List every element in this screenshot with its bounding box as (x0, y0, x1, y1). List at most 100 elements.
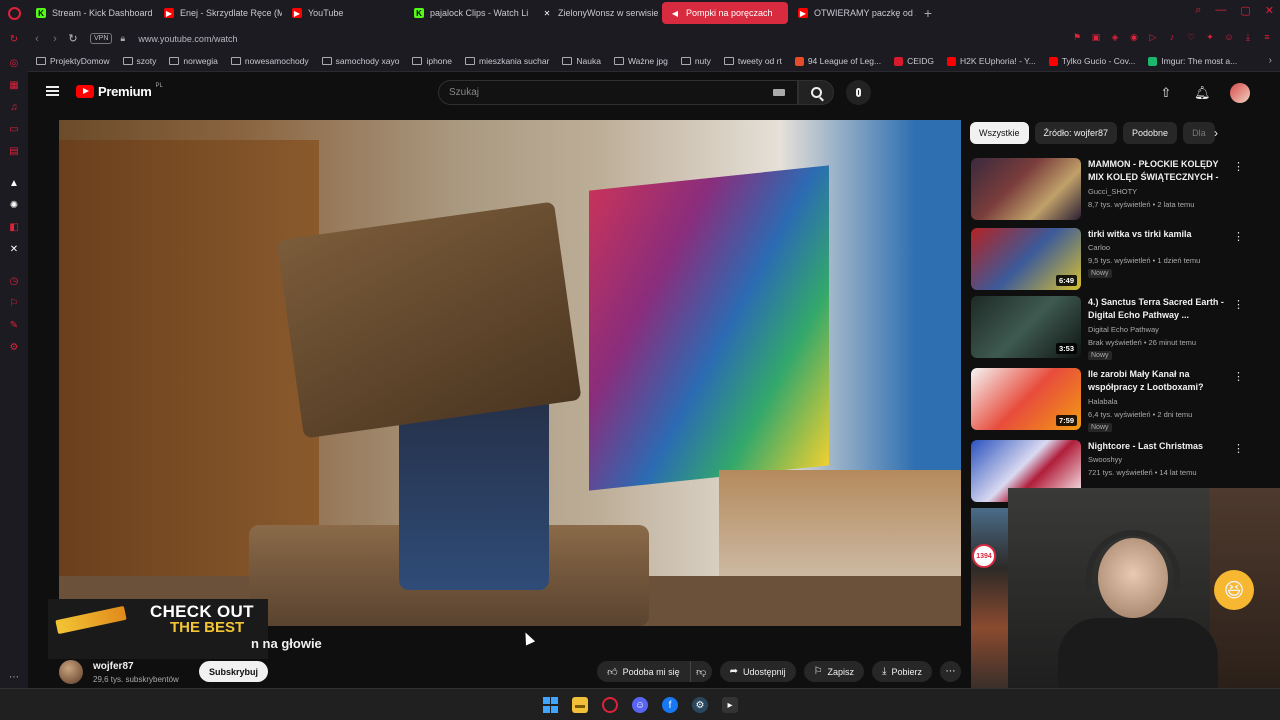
close-icon[interactable]: ✕ (1265, 4, 1274, 17)
maximize-icon[interactable]: ▢ (1240, 4, 1250, 17)
url-field[interactable]: www.youtube.com/watch (138, 34, 237, 44)
list-item[interactable]: 3:53 4.) Sanctus Terra Sacred Earth - Di… (971, 296, 1251, 360)
bookmark-folder[interactable]: nuty (680, 56, 711, 66)
rec-channel[interactable]: Gucci_SHOTY (1088, 187, 1137, 196)
bookmark-folder[interactable]: nowesamochody (230, 56, 309, 66)
download-icon[interactable]: ⤓ (1243, 32, 1253, 42)
chip-for-you[interactable]: Dla (1183, 122, 1215, 144)
browser-tab[interactable]: ▶ OTWIERAMY paczkę od 2 (790, 2, 916, 24)
shield-icon[interactable]: ◈ (1110, 32, 1120, 42)
aria-icon[interactable]: ▲ (8, 178, 20, 190)
account-avatar[interactable] (1230, 83, 1250, 103)
more-vertical-icon[interactable]: ⋮ (1233, 298, 1244, 311)
steam-icon[interactable]: ⚙ (692, 697, 708, 713)
bookmark-folder[interactable]: mieszkania suchar (465, 56, 549, 66)
bookmark-folder[interactable]: tweety od rt (723, 56, 782, 66)
youtube-logo[interactable]: Premium PL (76, 83, 163, 99)
voice-search-button[interactable] (846, 80, 871, 105)
search-input[interactable] (439, 81, 739, 104)
more-vertical-icon[interactable]: ⋮ (1233, 442, 1244, 455)
speaker-icon[interactable]: ◀ (670, 8, 680, 18)
wallet-icon[interactable]: ▭ (8, 124, 20, 136)
player-icon[interactable]: ♫ (8, 102, 20, 114)
download-button[interactable]: ⤓ Pobierz (872, 661, 932, 682)
channel-name[interactable]: wojfer87 (93, 661, 134, 672)
rec-title[interactable]: Ile zarobi Mały Kanał na współpracy z Lo… (1088, 368, 1228, 394)
back-icon[interactable]: ‹ (28, 30, 46, 48)
video-thumbnail[interactable]: 3:53 (971, 296, 1081, 358)
bookmark-link[interactable]: Tylko Gucio - Cov... (1048, 56, 1135, 66)
notifications-icon[interactable]: 🔔︎ (1194, 85, 1211, 101)
bookmark-folder[interactable]: iphone (412, 56, 452, 66)
bookmark-sidebar-icon[interactable]: ⚐ (8, 298, 20, 310)
bookmark-link[interactable]: H2K EUphoria! - Y... (947, 56, 1036, 66)
video-player[interactable] (59, 120, 961, 626)
like-button[interactable]: 👍︎ Podoba mi się (597, 661, 691, 682)
browser-tab-active[interactable]: ◀ Pompki na poręczach (662, 2, 788, 24)
more-sidebar-icon[interactable]: ⋯ (8, 672, 20, 684)
heart-icon[interactable]: ♡ (1186, 32, 1196, 42)
reload-icon[interactable]: ↻ (64, 30, 82, 48)
channel-avatar[interactable] (59, 660, 83, 684)
windows-start-icon[interactable] (542, 697, 558, 713)
bookmark-link[interactable]: 94 League of Leg... (794, 56, 881, 66)
browser-tab[interactable]: Kpajalock Clips - Watch Li (406, 2, 532, 24)
share-button[interactable]: ➦ Udostępnij (719, 661, 796, 682)
bookmarks-more-icon[interactable]: › (1269, 55, 1272, 66)
lock-icon[interactable]: 🔒︎ (120, 33, 132, 44)
snapshot-icon[interactable]: ▣ (1091, 32, 1101, 42)
rec-channel[interactable]: Carloo (1088, 243, 1110, 252)
rec-title[interactable]: Nightcore - Last Christmas (1088, 440, 1228, 453)
rec-title[interactable]: 4.) Sanctus Terra Sacred Earth - Digital… (1088, 296, 1228, 322)
settings-icon[interactable]: ⚙ (8, 342, 20, 354)
chip-all[interactable]: Wszystkie (970, 122, 1029, 144)
file-explorer-icon[interactable]: ▬ (572, 697, 588, 713)
bookmark-icon[interactable]: ⚑ (1072, 32, 1082, 42)
rec-channel[interactable]: Swooshyy (1088, 455, 1122, 464)
camera-icon[interactable]: ◉ (1129, 32, 1139, 42)
opera-taskbar-icon[interactable] (602, 697, 618, 713)
list-item[interactable]: MAMMON - PŁOCKIE KOLĘDY MIX KOLĘD ŚWIĄTE… (971, 158, 1251, 222)
twitch-icon[interactable]: ◧ (8, 222, 20, 234)
list-item[interactable]: 6:49 tirki witka vs tirki kamila Carloo … (971, 228, 1251, 292)
more-vertical-icon[interactable]: ⋮ (1233, 230, 1244, 243)
easy-setup-icon[interactable]: ≡ (1262, 32, 1272, 42)
chevron-right-icon[interactable]: › (1214, 126, 1218, 140)
video-thumbnail[interactable] (971, 158, 1081, 220)
subscribe-button[interactable]: Subskrybuj (199, 661, 269, 682)
discord-icon[interactable]: ☺ (632, 697, 648, 713)
menu-icon[interactable] (46, 86, 59, 96)
opera-menu-icon[interactable] (0, 0, 28, 26)
bookmark-link[interactable]: CEIDG (894, 56, 934, 66)
search-tabs-icon[interactable]: ⌕ (1195, 4, 1201, 17)
list-item[interactable]: 7:59 Ile zarobi Mały Kanał na współpracy… (971, 368, 1251, 432)
rec-channel[interactable]: Halabala (1088, 397, 1118, 406)
bookmark-folder[interactable]: szoty (122, 56, 156, 66)
history-icon[interactable]: ▤ (8, 146, 20, 158)
forward-icon[interactable]: › (46, 30, 64, 48)
extensions-icon[interactable]: ✦ (1205, 32, 1215, 42)
bookmark-link[interactable]: Imgur: The most a... (1148, 56, 1237, 66)
dislike-button[interactable]: 👎︎ (690, 661, 712, 682)
profile-icon[interactable]: ☺ (1224, 32, 1234, 42)
vpn-badge[interactable]: VPN (90, 33, 113, 44)
browser-tab[interactable]: K Stream - Kick Dashboard (28, 2, 154, 24)
more-actions-button[interactable]: ⋯ (940, 661, 961, 682)
bookmark-folder[interactable]: Ważne jpg (613, 56, 668, 66)
upload-icon[interactable]: ⇧ (1158, 85, 1174, 101)
terminal-icon[interactable]: ▸ (722, 697, 738, 713)
facebook-icon[interactable]: f (662, 697, 678, 713)
play-icon[interactable]: ▷ (1148, 32, 1158, 42)
save-button[interactable]: ⚐ Zapisz (803, 661, 865, 682)
rec-title[interactable]: MAMMON - PŁOCKIE KOLĘDY MIX KOLĘD ŚWIĄTE… (1088, 158, 1228, 184)
new-tab-button[interactable]: + (918, 3, 938, 23)
search-button[interactable] (798, 80, 834, 105)
speed-dial-icon[interactable]: ▦ (8, 80, 20, 92)
reload-sidebar-icon[interactable]: ↻ (8, 34, 20, 46)
video-thumbnail[interactable]: 6:49 (971, 228, 1081, 290)
minimize-icon[interactable]: — (1215, 4, 1226, 17)
more-vertical-icon[interactable]: ⋮ (1233, 370, 1244, 383)
browser-tab[interactable]: ✕ ZielonyWonsz w serwisie (534, 2, 660, 24)
x-sidebar-icon[interactable]: ✕ (8, 244, 20, 256)
pinboard-icon[interactable]: ✎ (8, 320, 20, 332)
